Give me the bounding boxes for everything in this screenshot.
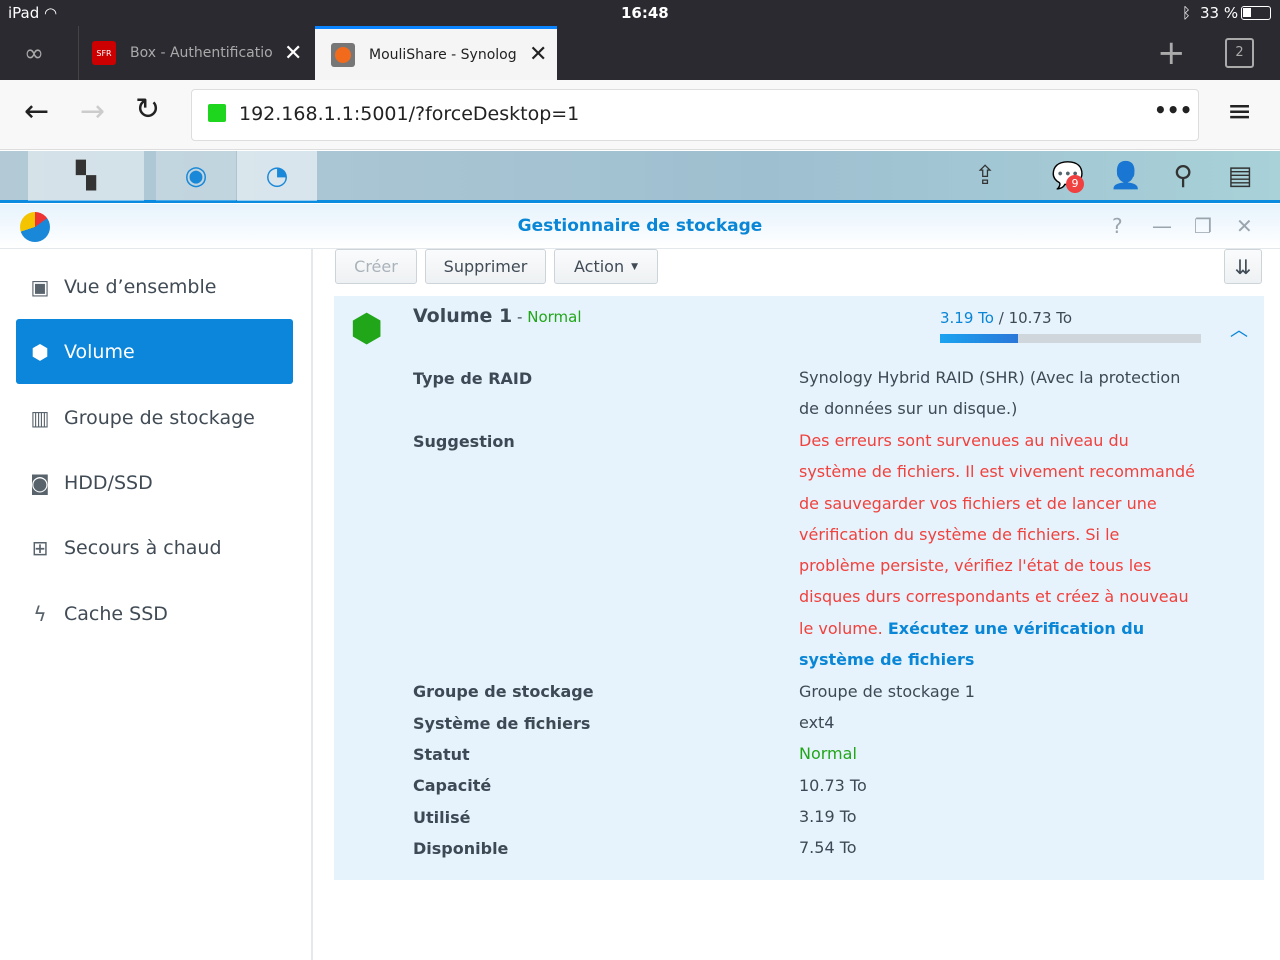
usage-progress-fill	[940, 334, 1018, 343]
create-button[interactable]: Créer	[335, 249, 417, 284]
action-label: Action	[573, 257, 625, 276]
detail-value: Normal	[799, 744, 857, 763]
package-center-icon[interactable]: ◉	[156, 151, 236, 201]
main-menu-icon[interactable]: ▚	[28, 151, 144, 201]
suggestion-text: Des erreurs sont survenues au niveau du …	[799, 431, 1195, 638]
restore-icon[interactable]: ❐	[1194, 214, 1212, 238]
detail-value: Synology Hybrid RAID (SHR) (Avec la prot…	[799, 368, 1181, 419]
back-icon[interactable]: ←	[24, 94, 49, 129]
separator: -	[512, 308, 528, 326]
overview-icon: ▣	[30, 274, 50, 299]
dsm-taskbar: ▚ ◉ ◔ ⇪ 💬 9 👤 ⚲ ▤	[0, 151, 1280, 203]
detail-value: Groupe de stockage 1	[799, 682, 975, 701]
private-mask-icon[interactable]: ∞	[24, 26, 44, 80]
clock: 16:48	[621, 4, 669, 22]
tab-moulishare[interactable]: MouliShare - Synology ✕	[315, 26, 557, 80]
close-tab-icon[interactable]: ✕	[529, 42, 547, 67]
close-window-icon[interactable]: ✕	[1236, 214, 1253, 238]
sidebar-item-label: Vue d’ensemble	[64, 275, 217, 298]
notifications-icon[interactable]: 💬 9	[1048, 151, 1088, 201]
volume-status: Normal	[527, 308, 582, 326]
hdd-icon: ◙	[30, 470, 50, 495]
tab-count-button[interactable]: 2	[1225, 38, 1254, 68]
detail-label: Disponible	[413, 839, 509, 858]
new-tab-icon[interactable]: +	[1157, 26, 1186, 80]
detail-value: 3.19 To	[799, 807, 857, 826]
upload-icon[interactable]: ⇪	[965, 151, 1005, 201]
total-text: 10.73 To	[1008, 309, 1073, 327]
usage-progress-bar	[940, 334, 1201, 343]
detail-label: Utilisé	[413, 808, 471, 827]
sort-icon[interactable]: ⇊	[1224, 249, 1262, 284]
storage-pool-icon: ▥	[30, 405, 50, 430]
tab-title: MouliShare - Synology	[369, 46, 517, 63]
ssd-cache-icon: ϟ	[33, 601, 47, 626]
detail-label: Groupe de stockage	[413, 682, 594, 701]
more-icon[interactable]: •••	[1154, 98, 1192, 122]
forward-icon[interactable]: →	[80, 94, 105, 129]
detail-value: 7.54 To	[799, 838, 857, 857]
volume-name: Volume 1	[413, 305, 513, 327]
caret-down-icon: ▼	[631, 261, 639, 272]
browser-tab-bar: ∞ SFR Box - Authentification ✕ MouliShar…	[0, 26, 1280, 80]
detail-value: 10.73 To	[799, 776, 867, 795]
used-text: 3.19 To	[940, 309, 994, 327]
sidebar-item-ssd-cache[interactable]: ϟ Cache SSD	[16, 581, 293, 646]
hot-spare-icon: ⊞	[31, 535, 49, 560]
firefox-favicon	[331, 42, 355, 67]
suggestion-value: Des erreurs sont survenues au niveau du …	[799, 425, 1199, 675]
detail-label: Type de RAID	[413, 369, 533, 388]
collapse-chevron-icon[interactable]: ︿	[1230, 316, 1248, 342]
sidebar-item-storage-pool[interactable]: ▥ Groupe de stockage	[16, 385, 293, 450]
storage-manager-icon[interactable]: ◔	[237, 151, 317, 201]
sidebar-item-hdd-ssd[interactable]: ◙ HDD/SSD	[16, 450, 293, 515]
user-icon[interactable]: 👤	[1106, 151, 1146, 201]
slash: /	[993, 309, 1009, 327]
delete-button[interactable]: Supprimer	[425, 249, 546, 284]
detail-value: ext4	[799, 713, 835, 732]
sidebar-item-label: Volume	[64, 340, 135, 363]
usage-text: 3.19 To / 10.73 To	[940, 309, 1072, 327]
lock-icon	[208, 104, 226, 122]
wifi-icon: ◠	[44, 4, 58, 22]
sidebar-item-label: Groupe de stockage	[64, 406, 255, 429]
detail-label: Système de fichiers	[413, 714, 591, 733]
sidebar: ▣ Vue d’ensemble ⬢ Volume ▥ Groupe de stock…	[0, 249, 313, 960]
sidebar-item-overview[interactable]: ▣ Vue d’ensemble	[16, 254, 293, 319]
sfr-favicon: SFR	[92, 41, 116, 65]
menu-icon[interactable]: ≡	[1227, 94, 1252, 129]
notification-badge: 9	[1066, 175, 1084, 193]
volume-panel: ⬢ Volume 1 - Normal 3.19 To / 10.73 To ︿…	[334, 296, 1264, 880]
detail-label: Capacité	[413, 776, 492, 795]
sidebar-item-label: Cache SSD	[64, 602, 168, 625]
widgets-icon[interactable]: ▤	[1220, 151, 1260, 201]
sidebar-item-label: Secours à chaud	[64, 536, 222, 559]
detail-label: Suggestion	[413, 432, 515, 451]
window-title: Gestionnaire de stockage	[517, 216, 763, 236]
volume-icon: ⬢	[31, 339, 49, 364]
browser-nav-bar: ← → ↻ 192.168.1.1:5001/?forceDesktop=1 •…	[0, 80, 1280, 150]
sidebar-item-hot-spare[interactable]: ⊞ Secours à chaud	[16, 515, 293, 580]
help-icon[interactable]: ?	[1112, 214, 1123, 238]
close-tab-icon[interactable]: ✕	[284, 41, 302, 66]
device-label: iPad	[8, 4, 40, 22]
sidebar-item-volume[interactable]: ⬢ Volume	[16, 319, 293, 384]
action-button[interactable]: Action ▼	[554, 249, 658, 284]
url-text: 192.168.1.1:5001/?forceDesktop=1	[239, 103, 580, 125]
url-field[interactable]: 192.168.1.1:5001/?forceDesktop=1 •••	[191, 89, 1199, 141]
window-header: Gestionnaire de stockage ? — ❐ ✕	[0, 204, 1280, 249]
tab-box-authentification[interactable]: SFR Box - Authentification ✕	[78, 26, 315, 80]
battery-icon	[1241, 6, 1271, 20]
battery-percent: 33 %	[1200, 4, 1239, 22]
volume-cubes-icon: ⬢	[350, 306, 384, 350]
search-icon[interactable]: ⚲	[1163, 151, 1203, 201]
sidebar-item-label: HDD/SSD	[64, 471, 153, 494]
volume-name-line: Volume 1 - Normal	[413, 305, 582, 327]
reload-icon[interactable]: ↻	[135, 92, 160, 127]
minimize-icon[interactable]: —	[1152, 214, 1172, 238]
bluetooth-icon: ᛒ	[1182, 4, 1192, 22]
detail-label: Statut	[413, 745, 470, 764]
ios-status-bar: iPad ◠ 16:48 ᛒ 33 %	[0, 0, 1280, 26]
tab-title: Box - Authentification	[130, 45, 272, 61]
